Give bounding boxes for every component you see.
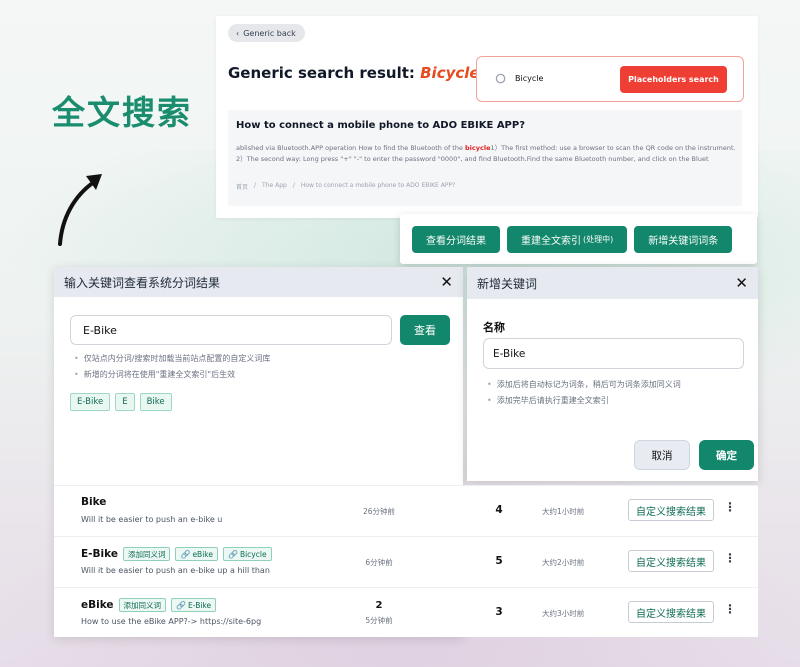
table-row: eBike 添加同义词 🔗 E-Bike How to use the eBike…	[54, 587, 758, 638]
keyword-table: Bike Will it be easier to push an e-bike…	[54, 485, 758, 637]
result-snippet: ablished via Bluetooth.APP operation How…	[236, 143, 736, 165]
add-synonym-tag[interactable]: 添加同义词	[122, 547, 171, 561]
updated-time: 大约1小时前	[542, 507, 585, 516]
close-icon[interactable]: ✕	[440, 273, 453, 291]
synonym-text: eBike	[192, 549, 213, 559]
search-icon	[495, 73, 506, 84]
updated-time: 大约2小时前	[542, 558, 585, 567]
created-time: 6分钟前	[365, 558, 393, 567]
rebuild-index-button[interactable]: 重建全文索引 (处理中)	[507, 225, 628, 253]
customize-results-button[interactable]: 自定义搜索结果	[628, 601, 714, 623]
keyword-name: eBike 添加同义词 🔗 E-Bike	[81, 598, 217, 612]
view-button[interactable]: 查看	[400, 315, 450, 345]
synonym-text: E-Bike	[188, 600, 212, 610]
created-time: 26分钟前	[362, 507, 396, 516]
crumb-home[interactable]: 首页	[236, 182, 248, 191]
table-row: Bike Will it be easier to push an e-bike…	[54, 485, 758, 536]
customize-results-button[interactable]: 自定义搜索结果	[628, 550, 714, 572]
view-segments-button[interactable]: 查看分词结果	[412, 225, 500, 253]
crumb-page[interactable]: How to connect a mobile phone to ADO EBI…	[301, 182, 455, 191]
action-button-bar: 查看分词结果 重建全文索引 (处理中) 新增关键词词条	[400, 214, 757, 264]
more-icon[interactable]: ⋮	[724, 551, 736, 565]
page-title-keyword: Bicycle	[420, 64, 480, 82]
more-icon[interactable]: ⋮	[724, 602, 736, 616]
search-result-item[interactable]: How to connect a mobile phone to ADO EBI…	[228, 110, 742, 206]
link-icon: 🔗	[176, 600, 187, 610]
keyword-name-text: E-Bike	[81, 548, 118, 560]
keyword-desc: Will it be easier to push an e-bike up a…	[81, 566, 270, 575]
count-top: 2	[375, 600, 383, 611]
hint-item: 添加后将自动标记为词条，稍后可为词条添加同义词	[487, 379, 681, 390]
back-button[interactable]: ‹ Generic back	[228, 24, 305, 42]
hit-count: 3	[495, 606, 503, 618]
keyword-name: E-Bike 添加同义词 🔗 eBike 🔗 Bicycle	[81, 547, 272, 561]
hint-item: 仅站点内分词/搜索时加载当前站点配置的自定义词库	[74, 353, 271, 364]
customize-results-button[interactable]: 自定义搜索结果	[628, 499, 714, 521]
hit-count: 5	[495, 555, 503, 567]
crumb-sep: /	[292, 182, 295, 189]
curved-arrow-icon	[58, 174, 102, 246]
confirm-button[interactable]: 确定	[699, 440, 754, 470]
segment-hints: 仅站点内分词/搜索时加载当前站点配置的自定义词库 新增的分词将在使用"重建全文索…	[74, 353, 271, 385]
keyword-desc: Will it be easier to push an e-bike u	[81, 515, 223, 524]
back-label: Generic back	[243, 28, 296, 38]
page-title: Generic search result: Bicycle	[228, 64, 480, 82]
synonym-tag[interactable]: 🔗 Bicycle	[222, 547, 272, 561]
cancel-button[interactable]: 取消	[634, 440, 690, 470]
add-synonym-tag[interactable]: 添加同义词	[118, 598, 167, 612]
hit-count: 4	[495, 504, 503, 516]
search-result-card: ‹ Generic back Generic search result: Bi…	[216, 16, 758, 218]
name-label: 名称	[483, 321, 505, 334]
token-list: E-Bike E Bike	[70, 393, 172, 411]
crumb-sep: /	[254, 182, 257, 189]
link-icon: 🔗	[227, 549, 238, 559]
keyword-hints: 添加后将自动标记为词条，稍后可为词条添加同义词 添加完毕后请执行重建全文索引	[487, 379, 681, 411]
segment-keyword-input[interactable]: E-Bike	[70, 315, 392, 345]
segment-dialog-header: 输入关键词查看系统分词结果 ✕	[54, 267, 463, 297]
keyword-name-text: Bike	[81, 496, 107, 508]
token-tag: Bike	[139, 393, 172, 411]
table-row: E-Bike 添加同义词 🔗 eBike 🔗 Bicycle Will it be …	[54, 536, 758, 587]
snippet-before: ablished via Bluetooth.APP operation How…	[236, 144, 466, 152]
search-box: Bicycle Placeholders search	[476, 56, 744, 102]
chevron-left-icon: ‹	[236, 28, 240, 38]
hint-item: 添加完毕后请执行重建全文索引	[487, 395, 681, 406]
synonym-text: Bicycle	[239, 549, 267, 559]
synonym-tag[interactable]: 🔗 E-Bike	[171, 598, 217, 612]
page-title-prefix: Generic search result:	[228, 64, 421, 82]
rebuild-status: (处理中)	[583, 234, 614, 244]
close-icon[interactable]: ✕	[735, 274, 748, 292]
result-title[interactable]: How to connect a mobile phone to ADO EBI…	[236, 120, 525, 131]
synonym-tag[interactable]: 🔗 eBike	[175, 547, 218, 561]
rebuild-index-label: 重建全文索引	[521, 235, 581, 247]
snippet-highlight: bicycle	[465, 144, 491, 152]
hero-title: 全文搜索	[52, 93, 192, 132]
keyword-desc: How to use the eBike APP?-> https://site…	[81, 617, 262, 626]
search-button[interactable]: Placeholders search	[620, 66, 727, 93]
breadcrumb: 首页 / The App / How to connect a mobile p…	[236, 182, 455, 191]
token-tag: E-Bike	[70, 393, 111, 411]
token-tag: E	[115, 393, 135, 411]
add-keyword-dialog-header: 新增关键词 ✕	[467, 267, 758, 299]
updated-time: 大约3小时前	[542, 609, 585, 618]
crumb-app[interactable]: The App	[262, 182, 287, 191]
add-keyword-button[interactable]: 新增关键词词条	[634, 225, 733, 253]
search-input[interactable]: Bicycle	[515, 74, 543, 83]
segment-dialog-title: 输入关键词查看系统分词结果	[64, 275, 221, 290]
created-time: 5分钟前	[365, 616, 393, 625]
hint-item: 新增的分词将在使用"重建全文索引"后生效	[74, 369, 270, 380]
keyword-name-input[interactable]: E-Bike	[483, 338, 744, 369]
link-icon: 🔗	[180, 549, 191, 559]
more-icon[interactable]: ⋮	[724, 500, 736, 514]
add-keyword-dialog-title: 新增关键词	[477, 276, 538, 291]
keyword-name: Bike	[81, 496, 106, 508]
keyword-name-text: eBike	[81, 599, 114, 611]
